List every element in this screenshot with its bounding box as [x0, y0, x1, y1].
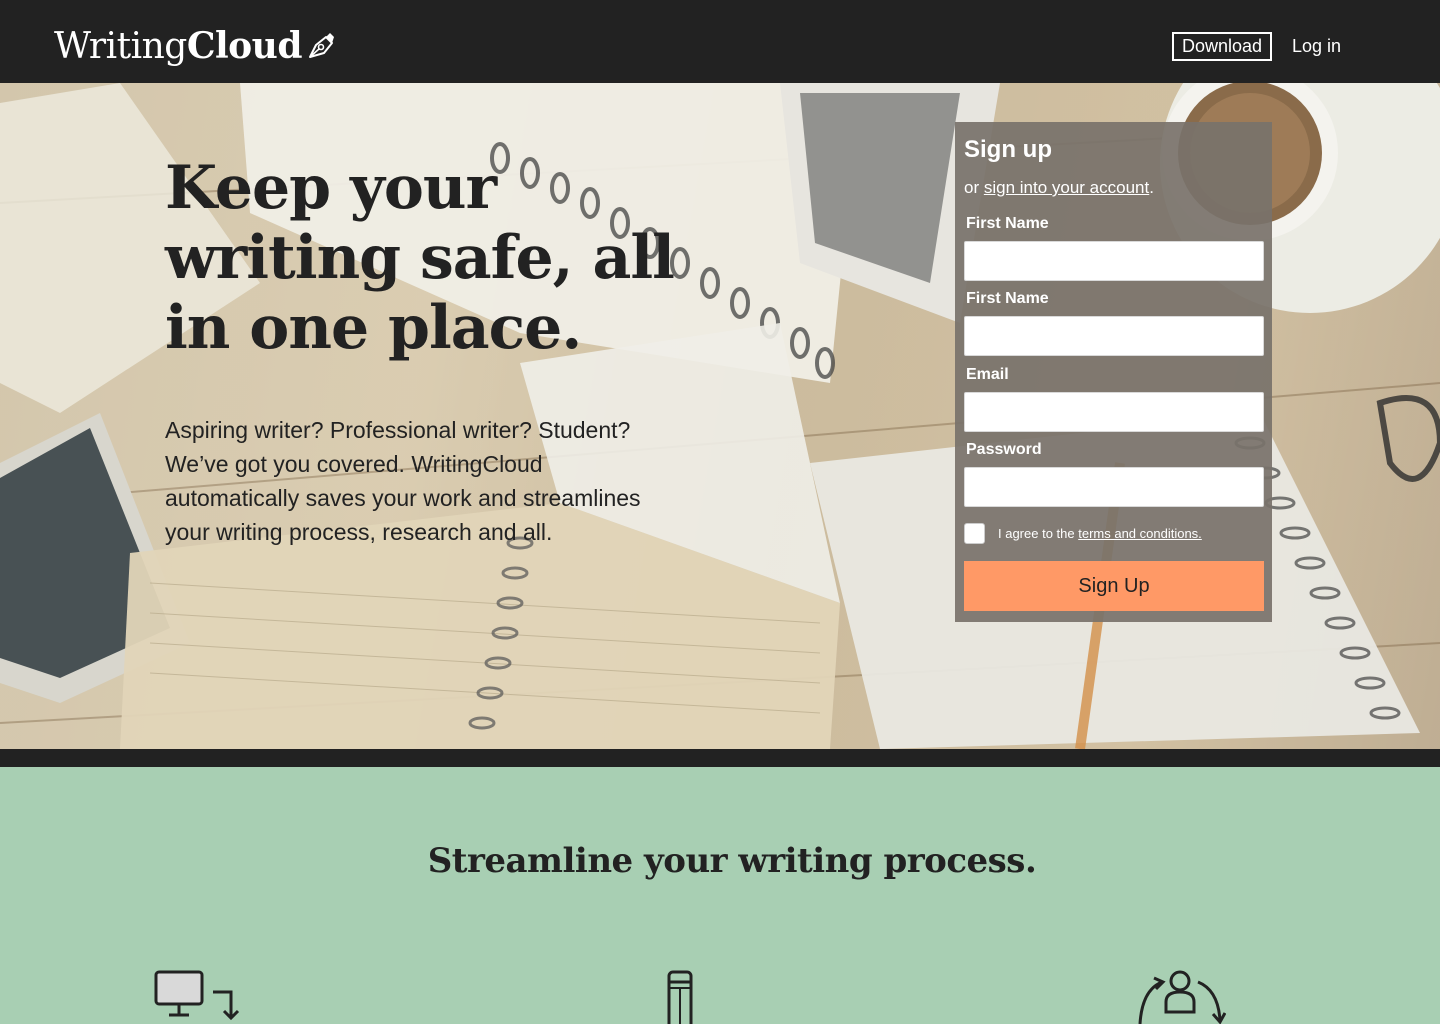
signup-title: Sign up: [964, 136, 1052, 163]
signin-prompt: or sign into your account.: [964, 178, 1154, 198]
signin-link[interactable]: sign into your account: [984, 178, 1149, 197]
user-sync-icon: [1138, 970, 1226, 1024]
login-link[interactable]: Log in: [1292, 36, 1341, 57]
hero-description: Aspiring writer? Professional writer? St…: [165, 417, 641, 545]
logo-text-light: Writing: [54, 25, 187, 67]
top-navbar: Writing Cloud Download Log in: [0, 0, 1440, 83]
hero-title-line-1: Keep your: [165, 153, 497, 223]
hero-title-line-2: writing safe, all: [165, 223, 675, 293]
download-button[interactable]: Download: [1172, 32, 1272, 61]
hero-title-line-3: in one place.: [165, 293, 582, 363]
logo-text-bold: Cloud: [186, 25, 303, 67]
email-label: Email: [966, 366, 1009, 383]
logo[interactable]: Writing Cloud: [54, 24, 336, 68]
terms-agreement: I agree to the terms and conditions.: [964, 523, 1202, 544]
pen-nib-icon: [309, 33, 335, 58]
first-name-label: First Name: [966, 215, 1049, 232]
section-divider: [0, 749, 1440, 767]
terms-text: I agree to the terms and conditions.: [998, 526, 1202, 541]
signin-prefix: or: [964, 178, 984, 197]
password-label: Password: [966, 441, 1042, 458]
email-input[interactable]: [964, 392, 1264, 432]
sign-up-button[interactable]: Sign Up: [964, 561, 1264, 611]
features-heading: Streamline your writing process.: [427, 841, 1037, 881]
first-name-input-2[interactable]: [964, 316, 1264, 356]
signin-suffix: .: [1149, 178, 1154, 197]
features-section: Streamline your writing process.: [0, 767, 1440, 1024]
terms-prefix: I agree to the: [998, 526, 1079, 541]
first-name-input[interactable]: [964, 241, 1264, 281]
pencil-icon: [667, 970, 693, 1024]
signup-form: Sign up or sign into your account. First…: [955, 122, 1272, 622]
hero-title: Keep your writing safe, all in one place…: [165, 153, 685, 363]
terms-checkbox[interactable]: [964, 523, 985, 544]
terms-link[interactable]: terms and conditions.: [1078, 526, 1202, 541]
password-input[interactable]: [964, 467, 1264, 507]
computer-download-icon: [154, 970, 240, 1021]
first-name-label-2: First Name: [966, 290, 1049, 307]
